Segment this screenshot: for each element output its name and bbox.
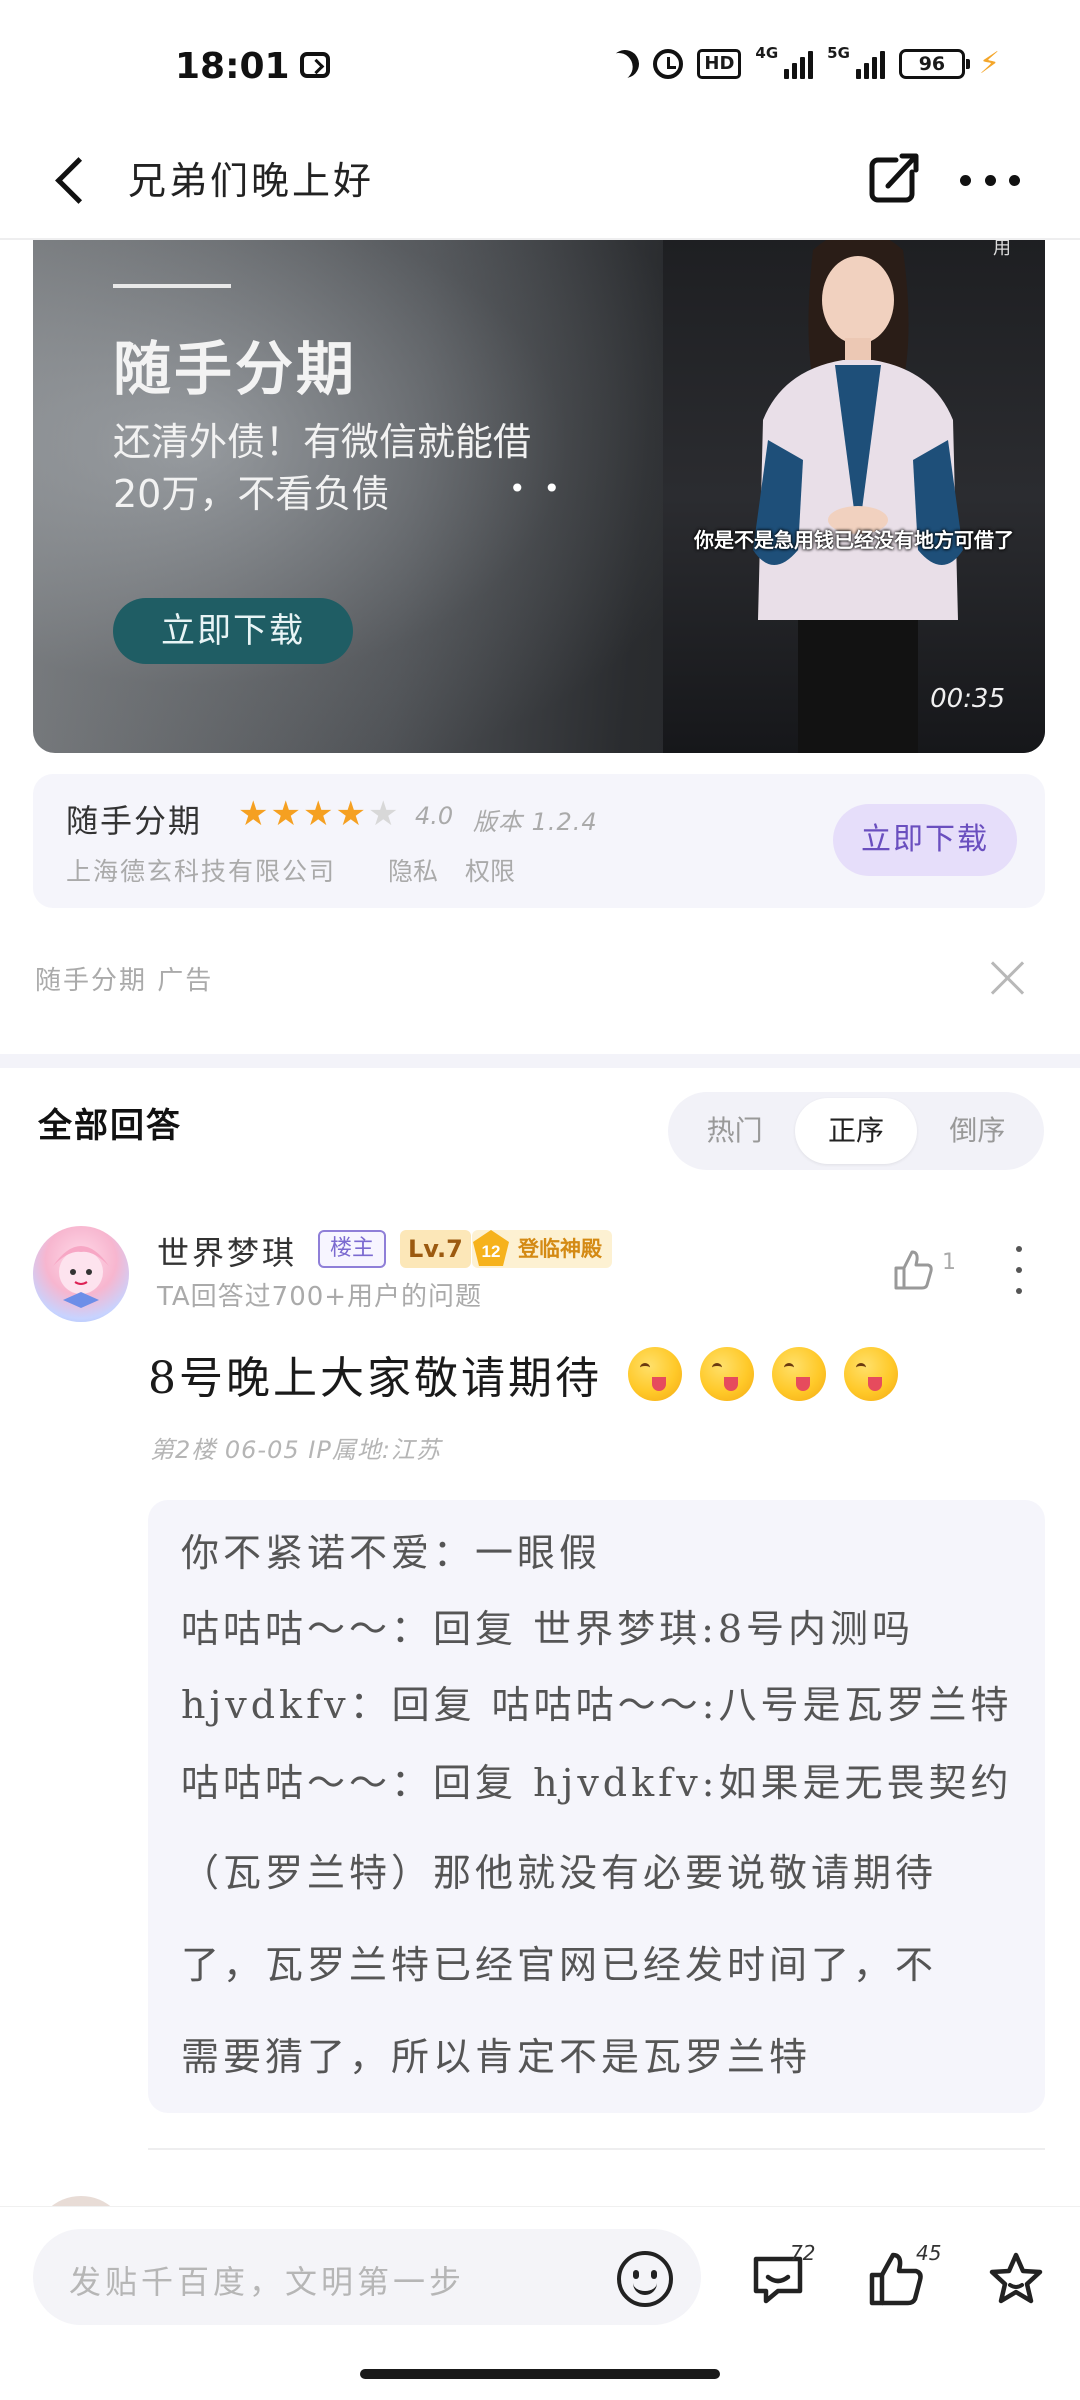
avatar-image <box>53 1246 109 1308</box>
tab-descending[interactable]: 倒序 <box>917 1098 1038 1164</box>
app-rating-stars: ★ ★ ★ ★ ★ <box>238 796 398 832</box>
status-bar: 18:01 HD 4G 5G 96 ⚡ <box>0 0 1080 120</box>
ad-label: 随手分期 广告 <box>35 966 214 996</box>
section-title: 全部回答 <box>38 1106 182 1146</box>
star-icon: ★ <box>335 794 366 834</box>
ad-dots: •• <box>509 472 579 505</box>
more-options-icon[interactable] <box>960 170 1020 190</box>
top-nav-bar: 兄弟们晚上好 <box>0 120 1080 240</box>
comment-placeholder: 发贴千百度，文明第一步 <box>69 2263 466 2301</box>
app-info-card[interactable]: 随手分期 ★ ★ ★ ★ ★ 4.0 版本 1.2.4 上海德玄科技有限公司 隐… <box>33 774 1045 908</box>
yum-emoji-icon <box>772 1347 826 1401</box>
post-separator <box>148 2148 1045 2150</box>
back-arrow-icon[interactable] <box>50 156 84 204</box>
answer-meta: 第2楼 06-05 IP属地:江苏 <box>150 1436 441 1464</box>
ad-divider <box>113 284 231 288</box>
star-icon: ★ <box>302 794 334 834</box>
ad-download-button[interactable]: 立即下载 <box>113 598 353 664</box>
reply-line: 你不紧诺不爱：一眼假 <box>181 1531 602 1575</box>
close-ad-icon[interactable] <box>988 958 1028 998</box>
reply-line: hjvdkfv：回复 咕咕咕～～:八号是瓦罗兰特 <box>181 1683 1013 1727</box>
star-empty-icon: ★ <box>367 794 399 834</box>
permissions-link[interactable]: 权限 <box>465 852 515 888</box>
yum-emoji-icon <box>844 1347 898 1401</box>
charging-icon: ⚡ <box>978 46 1000 81</box>
comment-input[interactable]: 发贴千百度，文明第一步 <box>33 2229 701 2325</box>
ad-banner[interactable]: 随手分期 还清外债！有微信就能借 20万，不看负债 •• 立即下载 用 你是不是… <box>33 240 1045 753</box>
app-rating: 4.0 <box>415 802 454 830</box>
ad-desc-line-1: 还清外债！有微信就能借 <box>113 420 532 464</box>
like-total-count: 45 <box>916 2241 942 2265</box>
comment-count: 72 <box>790 2241 816 2265</box>
reply-line: 需要猜了，所以肯定不是瓦罗兰特 <box>181 2035 812 2079</box>
video-caption: 你是不是急用钱已经没有地方可借了 <box>694 528 1014 552</box>
ad-video[interactable]: 用 你是不是急用钱已经没有地方可借了 00:35 <box>663 240 1045 753</box>
video-duration: 00:35 <box>930 684 1005 714</box>
yum-emoji-icon <box>700 1347 754 1401</box>
app-company: 上海德玄科技有限公司 <box>66 857 337 886</box>
reply-line: 咕咕咕～～：回复 世界梦琪:8号内测吗 <box>181 1607 915 1651</box>
replies-box[interactable]: 你不紧诺不爱：一眼假 咕咕咕～～：回复 世界梦琪:8号内测吗 hjvdkfv：回… <box>148 1500 1045 2113</box>
do-not-disturb-icon <box>607 45 644 82</box>
app-name: 随手分期 <box>66 802 203 840</box>
thumbs-up-icon[interactable] <box>892 1248 934 1292</box>
level-badge: Lv.7 <box>400 1230 471 1268</box>
star-icon: ★ <box>238 794 269 834</box>
post-more-icon[interactable] <box>1014 1246 1024 1294</box>
battery-icon: 96 <box>898 48 970 79</box>
status-icons: HD 4G 5G 96 ⚡ <box>611 46 1000 81</box>
tv-app-icon <box>300 52 330 78</box>
alarm-icon <box>653 48 684 79</box>
emoji-picker-icon[interactable] <box>617 2251 673 2307</box>
title-badge-num: 12 <box>482 1242 501 1261</box>
answer-text: 8号晚上大家敬请期待 <box>148 1353 602 1404</box>
sort-tabs: 热门 正序 倒序 <box>668 1092 1044 1170</box>
ad-title: 随手分期 <box>113 335 358 403</box>
answer-content: 8号晚上大家敬请期待 <box>148 1342 898 1406</box>
status-time: 18:01 <box>175 46 290 87</box>
app-version: 版本 1.2.4 <box>473 808 598 836</box>
privacy-link[interactable]: 隐私 <box>388 852 438 888</box>
home-indicator[interactable] <box>360 2369 720 2379</box>
host-badge: 楼主 <box>318 1230 387 1268</box>
hd-icon: HD <box>697 48 742 79</box>
reply-line: 了，瓦罗兰特已经官网已经发时间了，不 <box>181 1943 938 1987</box>
tab-ascending[interactable]: 正序 <box>795 1098 917 1164</box>
network-type-5g: 5G <box>827 44 850 62</box>
user-name[interactable]: 世界梦琪 <box>157 1228 297 1274</box>
app-download-button[interactable]: 立即下载 <box>833 804 1017 876</box>
signal-icon <box>784 49 814 79</box>
network-type-4g: 4G <box>755 44 779 62</box>
page-title: 兄弟们晚上好 <box>128 159 375 203</box>
star-icon: ★ <box>270 794 301 834</box>
like-count: 1 <box>942 1250 956 1275</box>
section-divider <box>0 1054 1080 1068</box>
yum-emoji-icon <box>628 1347 682 1401</box>
bottom-action-bar: 发贴千百度，文明第一步 72 45 <box>0 2206 1080 2400</box>
user-subtitle: TA回答过700+用户的问题 <box>157 1282 483 1312</box>
tab-hot[interactable]: 热门 <box>674 1098 795 1164</box>
reply-line: 咕咕咕～～：回复 hjvdkfv:如果是无畏契约 <box>181 1761 1013 1805</box>
video-corner-text: 用 <box>993 240 1011 259</box>
share-edit-icon[interactable] <box>866 150 922 206</box>
signal-icon-2 <box>855 49 885 79</box>
reply-line: （瓦罗兰特）那他就没有必要说敬请期待 <box>181 1851 938 1895</box>
video-presenter-image <box>753 240 963 753</box>
star-favorite-icon[interactable] <box>986 2249 1046 2309</box>
avatar[interactable] <box>33 1226 129 1322</box>
title-badge-icon: 12 <box>473 1230 509 1266</box>
